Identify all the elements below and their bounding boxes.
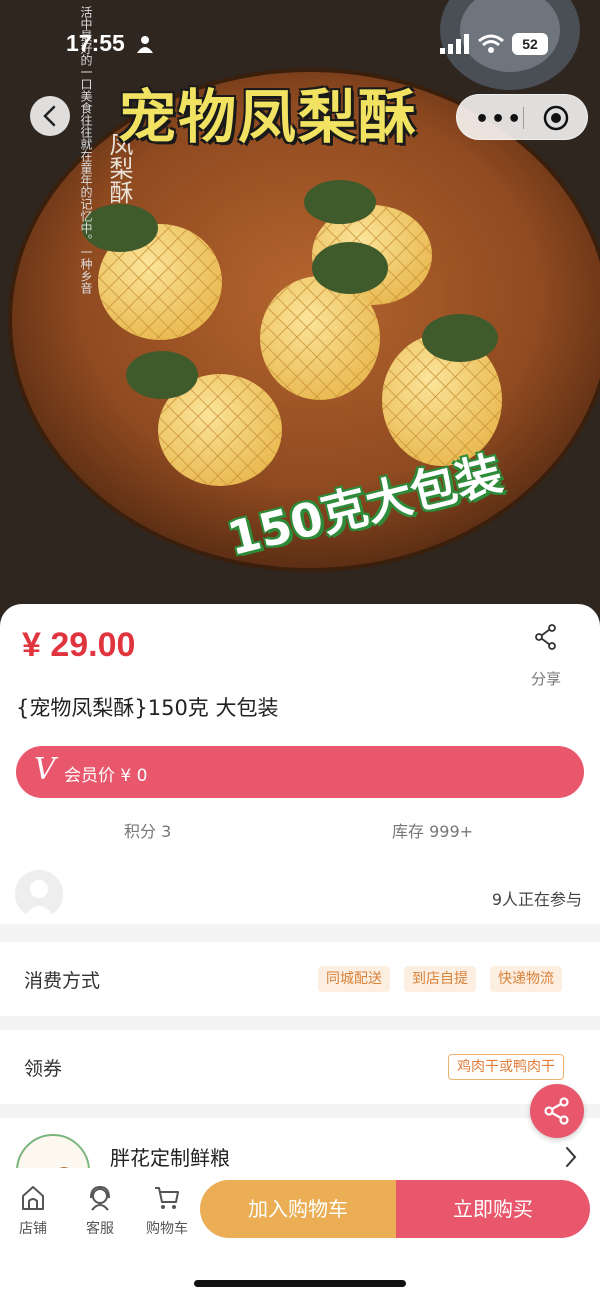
product-info-card: ¥ 29.00 分享 {宠物凤梨酥}150克 大包装 V 会员价 ¥ 0 积分 … bbox=[0, 604, 600, 924]
nav-cart[interactable]: 购物车 bbox=[139, 1184, 195, 1238]
share-button[interactable]: 分享 bbox=[522, 624, 570, 689]
home-indicator bbox=[194, 1280, 406, 1287]
back-button[interactable] bbox=[30, 96, 70, 136]
add-to-cart-button[interactable]: 加入购物车 bbox=[200, 1180, 396, 1238]
share-icon bbox=[535, 624, 556, 650]
member-price-bar[interactable]: V 会员价 ¥ 0 bbox=[16, 746, 584, 798]
nav-store[interactable]: 店铺 bbox=[5, 1184, 61, 1238]
consumption-method-label: 消费方式 bbox=[24, 970, 101, 992]
consumption-method-row[interactable]: 消费方式 同城配送 到店自提 快递物流 bbox=[0, 942, 600, 1016]
chevron-left-icon bbox=[43, 105, 56, 127]
hero-title: 宠物凤梨酥 bbox=[118, 83, 419, 151]
points-value: 积分 3 bbox=[124, 822, 172, 841]
product-title: {宠物凤梨酥}150克 大包装 bbox=[16, 696, 279, 720]
battery-indicator: 52 bbox=[512, 33, 548, 55]
buy-now-button[interactable]: 立即购买 bbox=[396, 1180, 590, 1238]
share-label: 分享 bbox=[530, 670, 561, 688]
tag-local-delivery: 同城配送 bbox=[318, 966, 390, 992]
wifi-icon bbox=[478, 34, 504, 53]
more-menu-button[interactable]: ••• bbox=[475, 107, 523, 132]
close-miniprogram-icon[interactable] bbox=[543, 105, 569, 131]
product-hero-image[interactable]: 活中最好的一口美食往往就在童年的记忆中。一种乡音 凤梨酥 宠物凤梨酥 150克大… bbox=[0, 0, 600, 640]
person-icon bbox=[137, 36, 153, 53]
nav-cart-label: 购物车 bbox=[146, 1221, 188, 1237]
nav-customer-service-label: 客服 bbox=[86, 1221, 114, 1237]
signal-icon bbox=[440, 34, 469, 54]
product-price: ¥ 29.00 bbox=[22, 626, 136, 664]
capsule-divider bbox=[523, 107, 524, 129]
cart-icon bbox=[155, 1187, 179, 1209]
coupon-row[interactable]: 领券 鸡肉干或鸭肉干 bbox=[0, 1030, 600, 1104]
share-icon bbox=[544, 1097, 569, 1125]
store-icon bbox=[22, 1186, 44, 1210]
status-bar: 17:55 52 bbox=[0, 30, 600, 60]
nav-store-label: 店铺 bbox=[19, 1221, 47, 1237]
tag-express-shipping: 快递物流 bbox=[490, 966, 562, 992]
chevron-right-icon bbox=[566, 1147, 577, 1167]
vip-badge: V bbox=[34, 752, 56, 787]
coupon-label: 领券 bbox=[24, 1058, 63, 1080]
customer-service-icon bbox=[90, 1185, 110, 1211]
member-price-text: 会员价 ¥ 0 bbox=[64, 766, 148, 786]
stock-value: 库存 999+ bbox=[392, 822, 474, 841]
product-stats: 积分 3 库存 999+ bbox=[0, 814, 600, 844]
bottom-action-bar: 店铺 客服 购物车 加入购物车 立即购买 bbox=[0, 1168, 600, 1300]
floating-share-button[interactable] bbox=[530, 1084, 584, 1138]
status-time: 17:55 bbox=[66, 30, 125, 56]
default-avatar-icon bbox=[15, 870, 63, 918]
store-name: 胖花定制鲜粮 bbox=[110, 1146, 230, 1170]
avatar bbox=[15, 870, 63, 918]
miniprogram-capsule: ••• bbox=[456, 94, 588, 140]
participants-count: 9人正在参与 bbox=[491, 890, 582, 909]
tag-store-pickup: 到店自提 bbox=[404, 966, 476, 992]
coupon-tag[interactable]: 鸡肉干或鸭肉干 bbox=[448, 1054, 564, 1080]
nav-customer-service[interactable]: 客服 bbox=[72, 1184, 128, 1238]
